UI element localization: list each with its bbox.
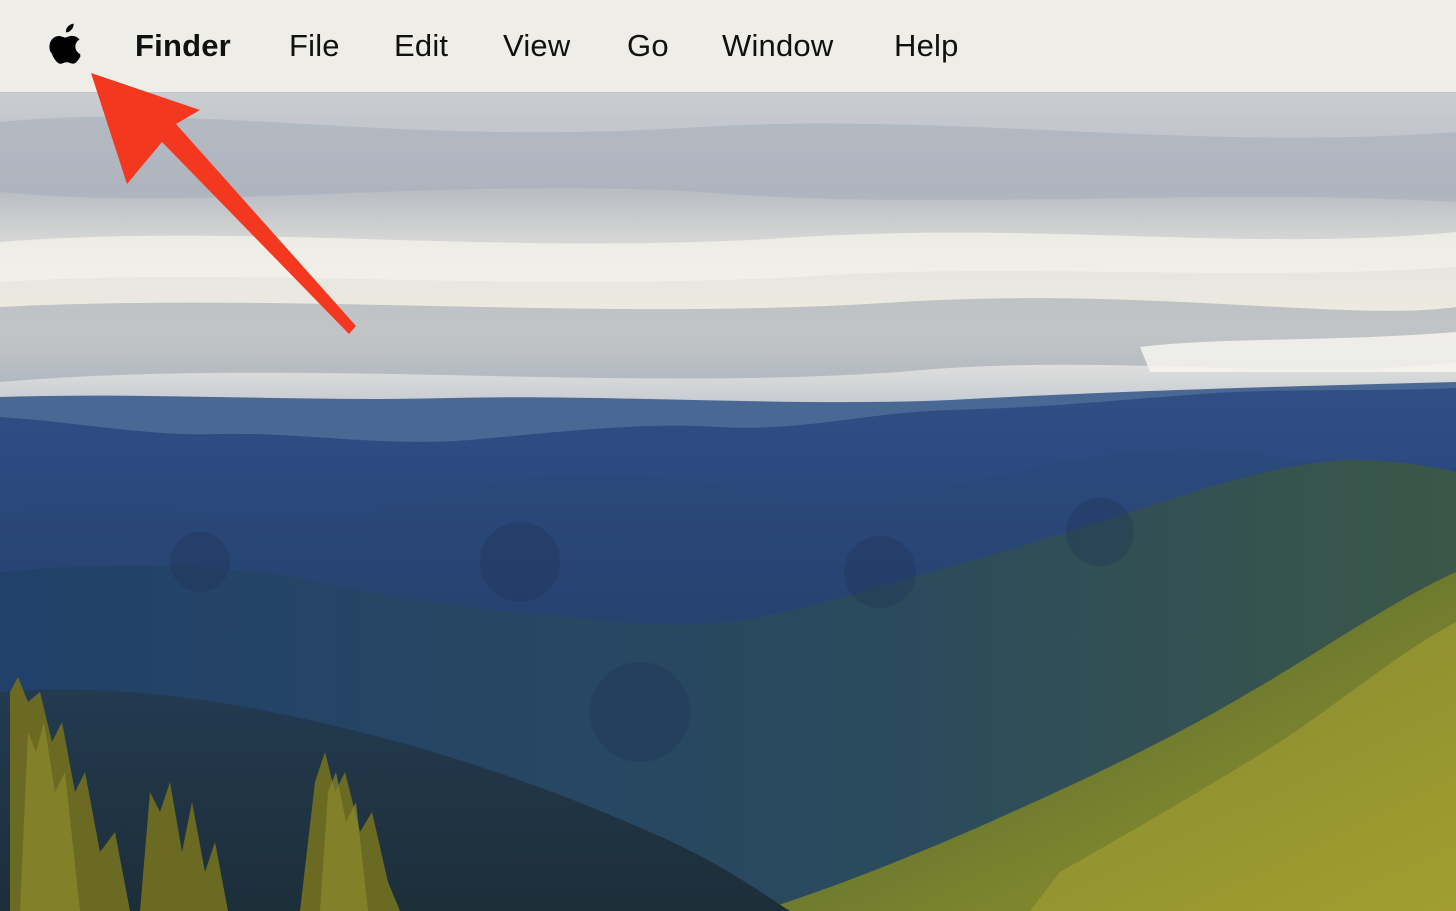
apple-menu-button[interactable] bbox=[46, 22, 88, 66]
menu-bar: Finder File Edit View Go Window Help bbox=[0, 0, 1456, 92]
menu-help[interactable]: Help bbox=[894, 26, 959, 66]
menu-view[interactable]: View bbox=[503, 26, 570, 66]
desktop: Finder File Edit View Go Window Help bbox=[0, 0, 1456, 911]
menu-app-name-finder[interactable]: Finder bbox=[135, 26, 231, 66]
menu-file[interactable]: File bbox=[289, 26, 340, 66]
desktop-wallpaper bbox=[0, 92, 1456, 911]
wallpaper-landscape-image bbox=[0, 92, 1456, 911]
menu-go[interactable]: Go bbox=[627, 26, 669, 66]
menu-window[interactable]: Window bbox=[722, 26, 833, 66]
apple-logo-icon bbox=[49, 23, 81, 64]
menu-edit[interactable]: Edit bbox=[394, 26, 448, 66]
